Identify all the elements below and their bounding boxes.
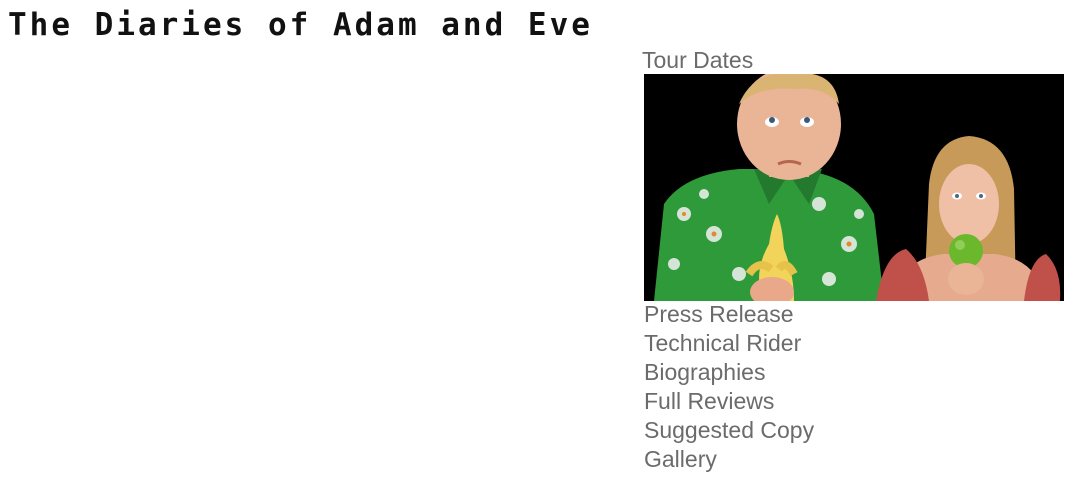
nav-link-suggested-copy[interactable]: Suggested Copy	[644, 417, 814, 443]
nav-list: Press Release Technical Rider Biographie…	[644, 300, 814, 474]
nav-link-gallery[interactable]: Gallery	[644, 446, 717, 472]
hero-photo	[644, 74, 1064, 301]
nav-item-gallery: Gallery	[644, 445, 814, 474]
nav-item-suggested-copy: Suggested Copy	[644, 416, 814, 445]
nav-link-biographies[interactable]: Biographies	[644, 359, 765, 385]
adam-and-eve-photo	[644, 74, 1064, 301]
nav-link-full-reviews[interactable]: Full Reviews	[644, 388, 774, 414]
site-title: The Diaries of Adam and Eve	[8, 7, 593, 43]
nav-item-biographies: Biographies	[644, 358, 814, 387]
nav-item-press-release: Press Release	[644, 300, 814, 329]
nav-link-press-release[interactable]: Press Release	[644, 301, 794, 327]
nav-link-tour-dates[interactable]: Tour Dates	[642, 46, 753, 74]
nav-item-technical-rider: Technical Rider	[644, 329, 814, 358]
nav-item-full-reviews: Full Reviews	[644, 387, 814, 416]
nav-link-technical-rider[interactable]: Technical Rider	[644, 330, 801, 356]
